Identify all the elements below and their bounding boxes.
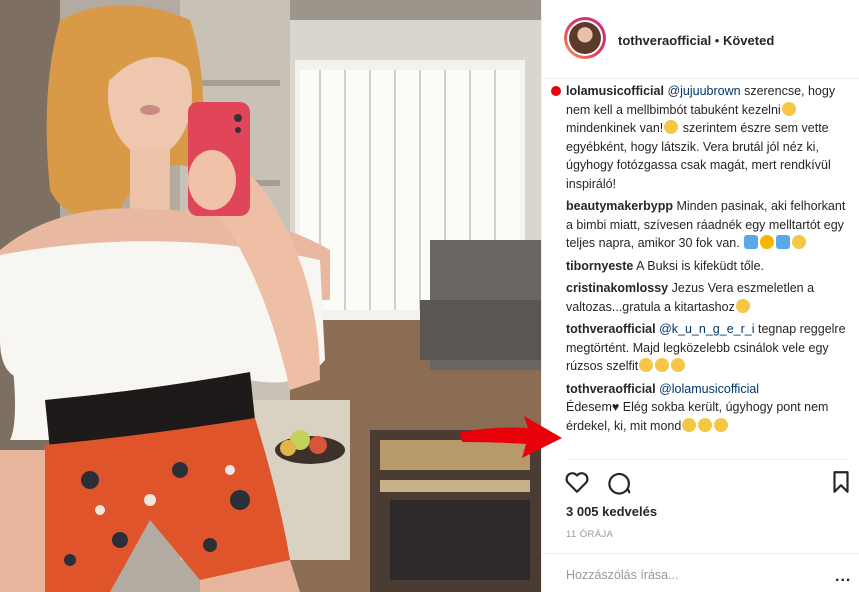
heart-icon[interactable]	[564, 469, 590, 495]
post-photo[interactable]	[0, 0, 541, 592]
comment-username[interactable]: cristinakomlossy	[566, 281, 668, 295]
header-username[interactable]: tothveraofficial	[618, 33, 711, 48]
comment-username[interactable]: beautymakerbypp	[566, 199, 673, 213]
comment-text: Édesem♥ Elég sokba került, úgyhogy pont …	[566, 400, 829, 433]
comment-text: mindenkinek van!	[566, 121, 664, 135]
comment-username[interactable]: tothveraofficial	[566, 382, 656, 396]
selfie-image	[0, 0, 541, 592]
header-text: tothveraofficial • Követed	[618, 33, 774, 48]
bookmark-icon[interactable]	[828, 469, 854, 495]
comment-bubble-icon[interactable]	[606, 469, 632, 495]
laughing-emoji-icon	[735, 298, 750, 313]
smile-emoji-icon	[664, 120, 679, 134]
comment-item: tothveraofficial @k_u_n_g_e_r_i tegnap r…	[566, 320, 848, 376]
action-bar	[564, 469, 854, 499]
comment-mention[interactable]: @k_u_n_g_e_r_i	[659, 322, 754, 336]
comment-username[interactable]: lolamusicofficial	[566, 84, 664, 98]
post-header: tothveraofficial • Követed	[542, 0, 859, 79]
crying-laughing-emoji-icon	[698, 417, 713, 432]
avatar[interactable]	[564, 17, 606, 59]
baby-bottle-emoji-icon	[744, 235, 759, 249]
tears-of-joy-emoji-icon	[655, 358, 670, 372]
divider	[542, 553, 859, 554]
comment-item: tothveraofficial @lolamusicofficial Édese…	[566, 380, 848, 436]
add-comment-input[interactable]: Hozzászólás írása...	[566, 568, 679, 582]
comment-list: lolamusicofficial @jujuubrown szerencse,…	[566, 82, 848, 439]
comment-username[interactable]: tothveraofficial	[566, 322, 656, 336]
post-details-panel: tothveraofficial • Követed lolamusicoffi…	[541, 0, 859, 592]
like-count[interactable]: 3 005 kedvelés	[566, 504, 657, 519]
bikini-emoji-icon	[776, 235, 791, 249]
follow-status[interactable]: Követed	[723, 33, 774, 48]
timestamp[interactable]: 11 ÓRÁJA	[566, 529, 613, 540]
comment-text: A Buksi is kifeküdt tőle.	[633, 258, 765, 273]
comment-mention[interactable]: @jujuubrown	[667, 84, 740, 98]
divider	[566, 459, 848, 460]
tears-of-joy-emoji-icon	[671, 358, 686, 372]
comment-item: lolamusicofficial @jujuubrown szerencse,…	[566, 82, 848, 193]
sun-emoji-icon	[760, 235, 775, 249]
annotation-arrow-icon	[460, 416, 562, 458]
annotation-red-dot	[551, 86, 561, 96]
tears-of-joy-emoji-icon	[639, 358, 654, 372]
comment-mention[interactable]: @lolamusicofficial	[659, 382, 759, 396]
comment-username[interactable]: tibornyeste	[566, 259, 633, 273]
smile-emoji-icon	[792, 235, 807, 249]
comment-item: tibornyeste A Buksi is kifeküdt tőle.	[566, 257, 848, 276]
comment-item: cristinakomlossy Jezus Vera eszmeletlen …	[566, 279, 848, 316]
header-separator: •	[711, 33, 723, 48]
crying-laughing-emoji-icon	[682, 417, 697, 432]
comment-item: beautymakerbypp Minden pasinak, aki felh…	[566, 197, 848, 253]
crying-laughing-emoji-icon	[714, 417, 729, 432]
laughing-emoji-icon	[781, 101, 796, 116]
more-options-icon[interactable]: ...	[835, 568, 851, 586]
